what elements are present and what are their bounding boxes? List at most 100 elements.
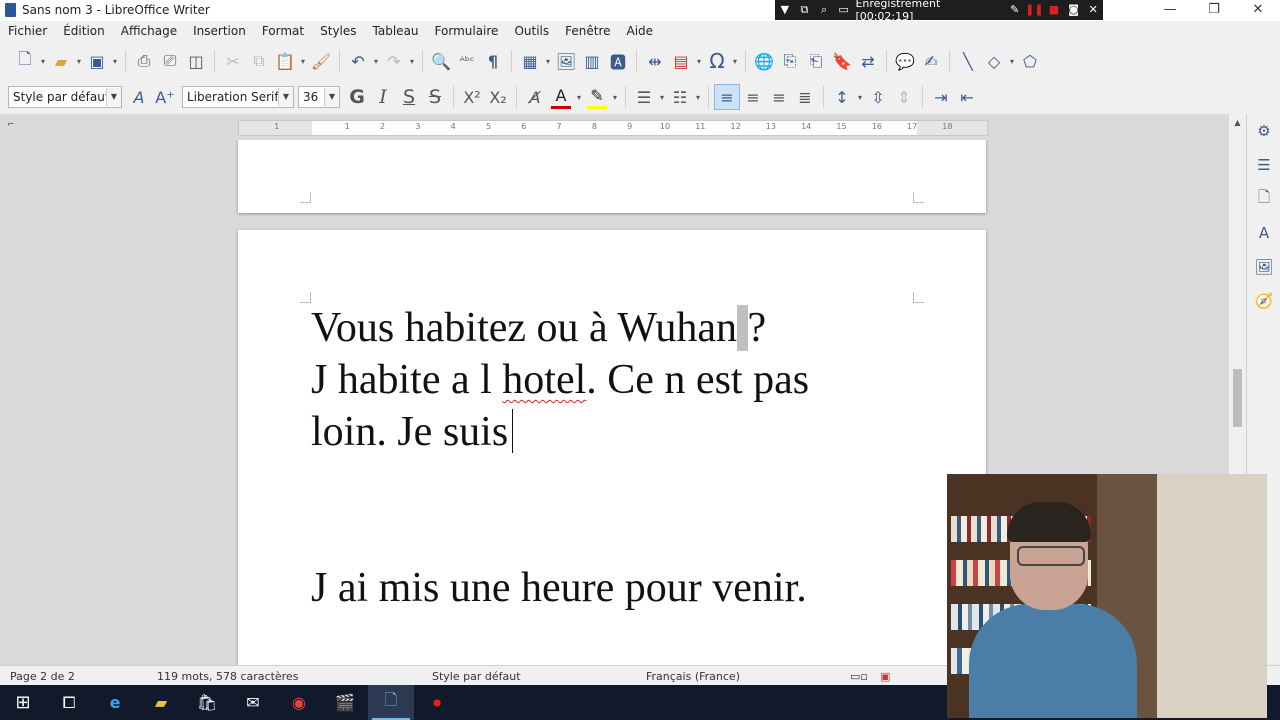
- line-spacing-dropdown-icon[interactable]: ▾: [855, 93, 865, 102]
- open-dropdown-icon[interactable]: ▾: [74, 57, 84, 66]
- numbering-dropdown-icon[interactable]: ▾: [693, 93, 703, 102]
- formatting-marks-icon[interactable]: ¶: [480, 48, 506, 74]
- update-style-icon[interactable]: A: [126, 84, 152, 110]
- menu-edition[interactable]: Édition: [55, 21, 113, 42]
- draw-functions-icon[interactable]: ⬠: [1017, 48, 1043, 74]
- basic-shapes-icon[interactable]: ◇: [981, 48, 1007, 74]
- underline-icon[interactable]: S: [396, 84, 422, 110]
- clone-formatting-icon[interactable]: 🖌: [308, 48, 334, 74]
- superscript-icon[interactable]: X²: [459, 84, 485, 110]
- new-dropdown-icon[interactable]: ▾: [38, 57, 48, 66]
- paragraph-style-combo[interactable]: Style par défaut ▼: [8, 86, 122, 108]
- footnote-icon[interactable]: ⎘: [777, 48, 803, 74]
- track-changes-icon[interactable]: ✍: [918, 48, 944, 74]
- align-left-icon[interactable]: ≡: [714, 84, 740, 110]
- tab-type-icon[interactable]: ⌐: [7, 120, 15, 130]
- undo-dropdown-icon[interactable]: ▾: [371, 57, 381, 66]
- table-dropdown-icon[interactable]: ▾: [543, 57, 553, 66]
- shapes-dropdown-icon[interactable]: ▾: [1007, 57, 1017, 66]
- paste-dropdown-icon[interactable]: ▾: [298, 57, 308, 66]
- italic-icon[interactable]: I: [370, 84, 396, 110]
- align-center-icon[interactable]: ≡: [740, 84, 766, 110]
- chevron-down-icon[interactable]: ▼: [324, 88, 339, 106]
- task-view-icon[interactable]: ⧠: [46, 685, 92, 720]
- page-break-icon[interactable]: ⇹: [642, 48, 668, 74]
- properties-icon[interactable]: ☰: [1247, 148, 1280, 182]
- align-right-icon[interactable]: ≡: [766, 84, 792, 110]
- page-2[interactable]: Vous habitez ou à Wuhan ? J habite a l h…: [238, 230, 986, 665]
- scrollbar-thumb[interactable]: [1233, 369, 1242, 427]
- increase-paragraph-spacing-icon[interactable]: ⇳: [865, 84, 891, 110]
- special-char-dropdown-icon[interactable]: ▾: [730, 57, 740, 66]
- menu-styles[interactable]: Styles: [312, 21, 364, 42]
- redo-icon[interactable]: ↷: [381, 48, 407, 74]
- save-dropdown-icon[interactable]: ▾: [110, 57, 120, 66]
- collapse-icon[interactable]: ▼: [775, 0, 795, 20]
- video-editor-icon[interactable]: 🎬: [322, 685, 368, 720]
- highlight-color-icon[interactable]: ✎: [587, 86, 607, 109]
- maximize-button[interactable]: ❐: [1192, 0, 1236, 21]
- font-color-dropdown-icon[interactable]: ▾: [574, 93, 584, 102]
- subscript-icon[interactable]: X₂: [485, 84, 511, 110]
- pen-icon[interactable]: ✎: [1005, 0, 1025, 20]
- special-character-icon[interactable]: Ω: [704, 48, 730, 74]
- bookmark-icon[interactable]: 🔖: [829, 48, 855, 74]
- font-name-combo[interactable]: Liberation Serif ▼: [182, 86, 294, 108]
- settings-gear-icon[interactable]: ⚙: [1247, 114, 1280, 148]
- cross-reference-icon[interactable]: ⇄: [855, 48, 881, 74]
- new-style-icon[interactable]: A⁺: [152, 84, 178, 110]
- print-preview-icon[interactable]: ◫: [183, 48, 209, 74]
- decrease-paragraph-spacing-icon[interactable]: ⇕: [891, 84, 917, 110]
- unordered-list-icon[interactable]: ☰: [631, 84, 657, 110]
- page-icon[interactable]: 🗋: [1247, 182, 1280, 216]
- field-dropdown-icon[interactable]: ▾: [694, 57, 704, 66]
- chevron-down-icon[interactable]: ▼: [106, 88, 121, 106]
- writer-taskbar-icon[interactable]: 🗋: [368, 685, 414, 720]
- list-dropdown-icon[interactable]: ▾: [657, 93, 667, 102]
- edge-browser-icon[interactable]: e: [92, 685, 138, 720]
- insert-chart-icon[interactable]: ▥: [579, 48, 605, 74]
- insert-field-icon[interactable]: ▤: [668, 48, 694, 74]
- clear-formatting-icon[interactable]: A̸: [522, 84, 548, 110]
- camera-icon[interactable]: ◙: [1064, 0, 1084, 20]
- menu-fichier[interactable]: Fichier: [0, 21, 55, 42]
- menu-affichage[interactable]: Affichage: [113, 21, 185, 42]
- misspelled-word[interactable]: hotel: [502, 357, 586, 403]
- cut-icon[interactable]: ✂: [220, 48, 246, 74]
- menu-insertion[interactable]: Insertion: [185, 21, 254, 42]
- open-folder-icon[interactable]: ▰: [48, 48, 74, 74]
- mail-icon[interactable]: ✉: [230, 685, 276, 720]
- insert-image-icon[interactable]: 🖼: [553, 48, 579, 74]
- language[interactable]: Français (France): [646, 670, 740, 683]
- undo-icon[interactable]: ↶: [345, 48, 371, 74]
- font-size-combo[interactable]: 36 ▼: [298, 86, 340, 108]
- export-pdf-icon[interactable]: ⎙: [131, 48, 157, 74]
- decrease-indent-icon[interactable]: ⇤: [954, 84, 980, 110]
- gallery-icon[interactable]: 🖼: [1247, 250, 1280, 284]
- insert-table-icon[interactable]: ▦: [517, 48, 543, 74]
- menu-outils[interactable]: Outils: [506, 21, 557, 42]
- file-explorer-icon[interactable]: ▰: [138, 685, 184, 720]
- menu-aide[interactable]: Aide: [619, 21, 662, 42]
- zoom-icon[interactable]: ⌕: [814, 0, 834, 20]
- menu-format[interactable]: Format: [254, 21, 312, 42]
- windows-start-icon[interactable]: ⊞: [0, 685, 46, 720]
- menu-fenetre[interactable]: Fenêtre: [557, 21, 618, 42]
- hyperlink-icon[interactable]: 🌐: [751, 48, 777, 74]
- justify-icon[interactable]: ≣: [792, 84, 818, 110]
- recorder-close-icon[interactable]: ✕: [1083, 0, 1103, 20]
- word-count[interactable]: 119 mots, 578 caractères: [157, 670, 298, 683]
- page-count[interactable]: Page 2 de 2: [10, 670, 75, 683]
- endnote-icon[interactable]: ⎗: [803, 48, 829, 74]
- redo-dropdown-icon[interactable]: ▾: [407, 57, 417, 66]
- strikethrough-icon[interactable]: S: [422, 84, 448, 110]
- increase-indent-icon[interactable]: ⇥: [928, 84, 954, 110]
- spelling-icon[interactable]: ᴬᵇᶜ: [454, 48, 480, 74]
- chrome-icon[interactable]: ◉: [276, 685, 322, 720]
- new-document-icon[interactable]: 🗋: [12, 48, 38, 74]
- line-spacing-icon[interactable]: ↕: [829, 84, 855, 110]
- menu-formulaire[interactable]: Formulaire: [427, 21, 507, 42]
- view-layout-icon[interactable]: ▭▫: [850, 670, 868, 683]
- stop-icon[interactable]: ■: [1044, 0, 1064, 20]
- insert-line-icon[interactable]: ╲: [955, 48, 981, 74]
